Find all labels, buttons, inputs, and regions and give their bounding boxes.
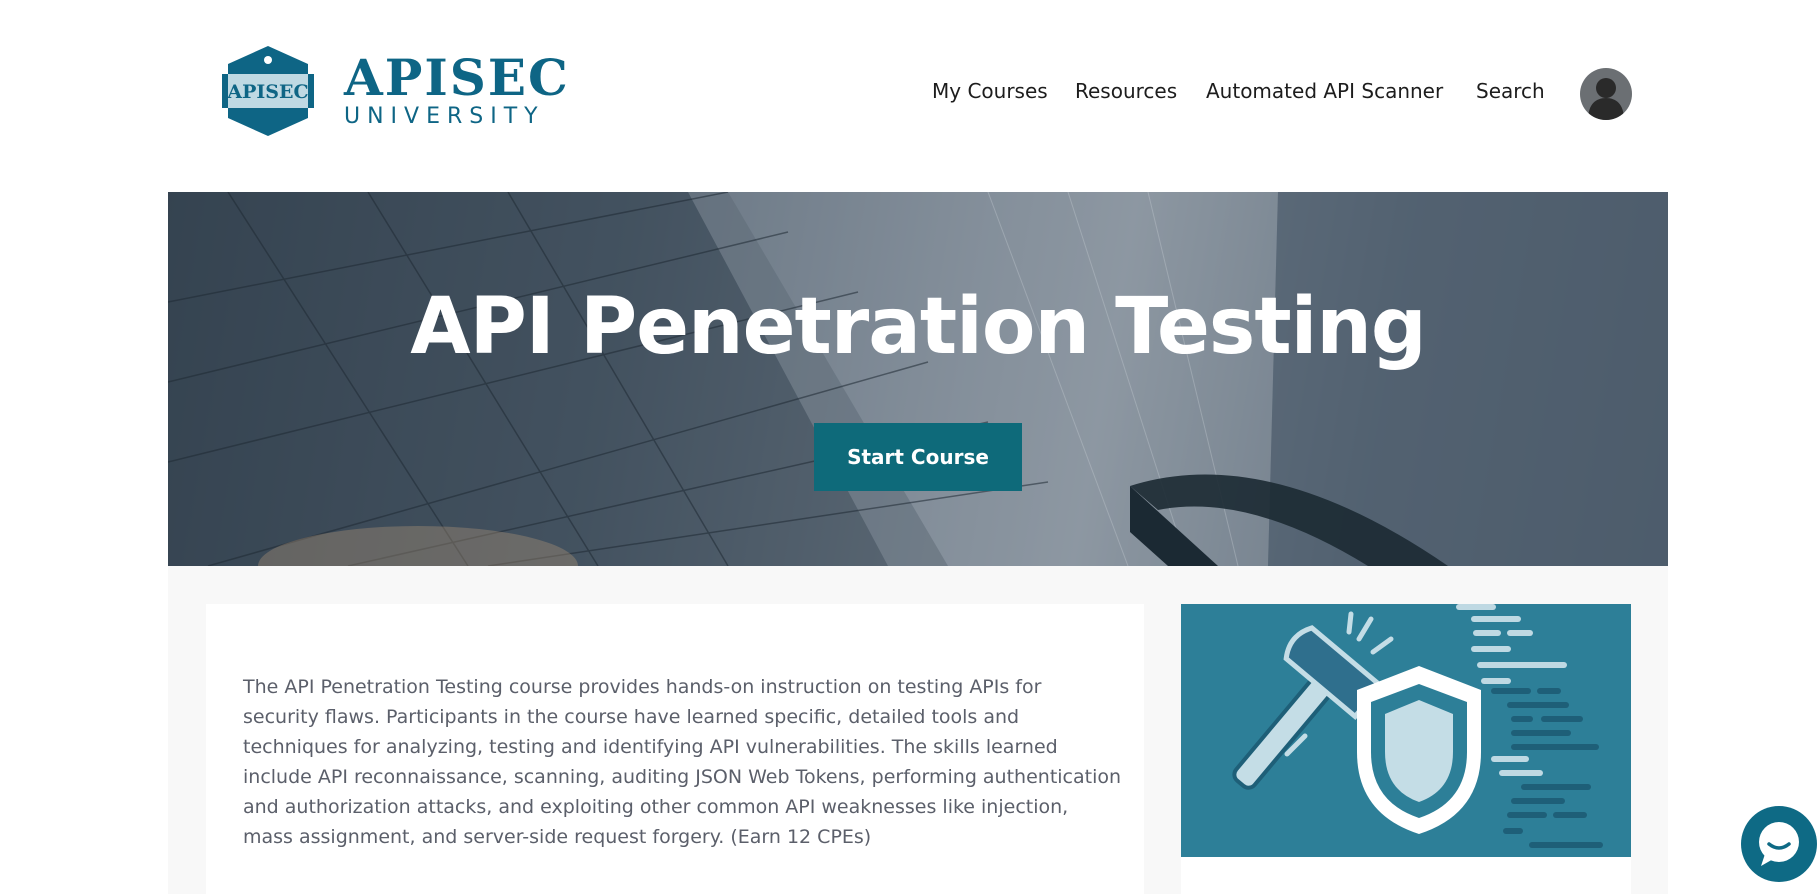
course-description: The API Penetration Testing course provi… [243, 676, 1122, 848]
main-nav: My Courses Resources Automated API Scann… [0, 66, 1819, 120]
nav-resources[interactable]: Resources [1075, 79, 1177, 103]
hero-banner: API Penetration Testing Start Course [168, 192, 1668, 566]
building-background-image [168, 192, 1668, 566]
site-header: APISEC APISEC UNIVERSITY My Courses Reso… [0, 0, 1819, 192]
user-avatar[interactable] [1580, 68, 1632, 120]
chat-bubble-icon [1759, 822, 1799, 866]
course-thumbnail-footer [1181, 857, 1631, 894]
start-course-button[interactable]: Start Course [814, 423, 1022, 491]
shield-icon [1357, 666, 1481, 834]
nav-search[interactable]: Search [1476, 79, 1545, 103]
course-description-card: The API Penetration Testing course provi… [206, 604, 1144, 894]
course-thumbnail [1181, 604, 1631, 857]
course-title: API Penetration Testing [410, 282, 1426, 372]
chat-widget-button[interactable] [1741, 806, 1817, 882]
nav-my-courses[interactable]: My Courses [932, 79, 1048, 103]
user-silhouette-icon [1588, 78, 1624, 120]
nav-automated-api-scanner[interactable]: Automated API Scanner [1206, 79, 1443, 103]
